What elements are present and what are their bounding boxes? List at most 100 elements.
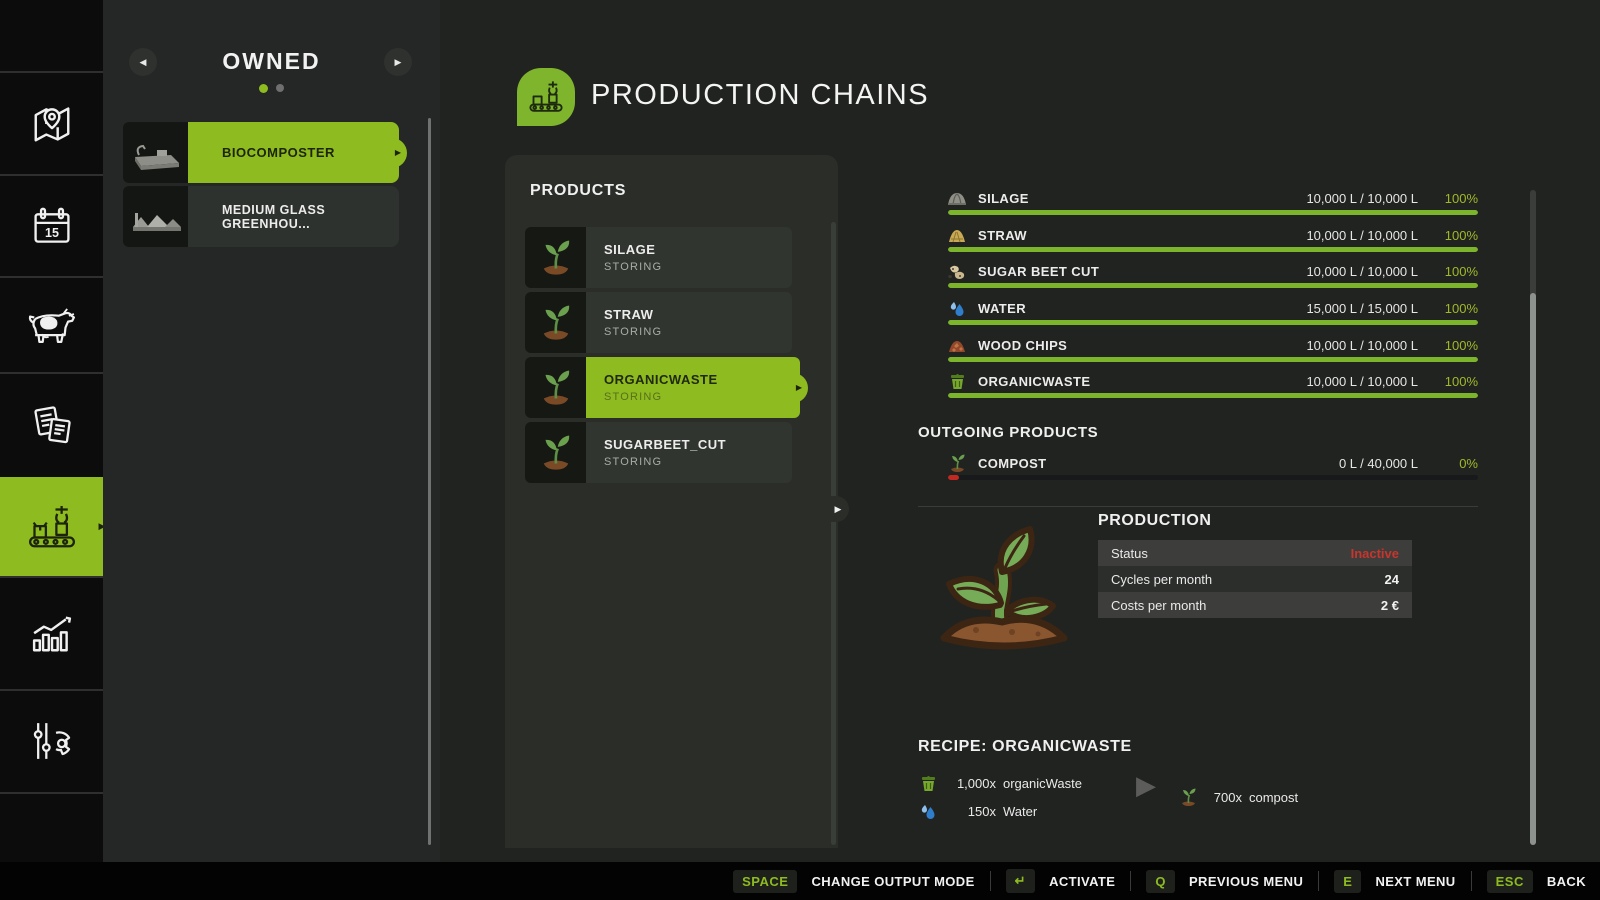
hotkey-previous-menu[interactable]: Q PREVIOUS MENU — [1146, 870, 1303, 893]
storage-amount: 10,000 L / 10,000 L — [1306, 264, 1418, 279]
storage-percent: 100% — [1436, 338, 1478, 353]
sidebar-item-settings[interactable] — [0, 691, 103, 791]
divider — [1471, 871, 1472, 891]
storage-bar — [948, 247, 1478, 252]
page-dot-active[interactable] — [259, 84, 268, 93]
storage-row-compost: COMPOST 0 L / 40,000 L 0% — [918, 451, 1478, 480]
product-name: STRAW — [604, 307, 792, 322]
products-scrollbar[interactable] — [831, 222, 836, 845]
selected-product-arrow-notch: ▶ — [790, 373, 808, 403]
esc-key: ESC — [1487, 870, 1533, 893]
page-dot[interactable] — [276, 84, 284, 92]
storage-bar — [948, 357, 1478, 362]
greenhouse-thumbnail — [123, 186, 188, 247]
water-icon — [946, 299, 968, 317]
hotkey-activate[interactable]: ↵ ACTIVATE — [1006, 869, 1116, 893]
storage-amount: 15,000 L / 15,000 L — [1306, 301, 1418, 316]
recipe-title: RECIPE: ORGANICWASTE — [918, 738, 1132, 756]
sprout-thumbnail — [525, 227, 586, 288]
wood-chips-icon — [946, 337, 968, 353]
sidebar-item-animals[interactable] — [0, 278, 103, 372]
production-chains-screen: 15 — [0, 0, 1600, 900]
straw-icon — [946, 227, 968, 243]
production-chains-icon — [24, 499, 80, 555]
organicwaste-icon — [918, 774, 938, 792]
product-item-silage[interactable]: SILAGE STORING — [525, 227, 792, 288]
storage-percent: 100% — [1436, 191, 1478, 206]
cycles-value: 24 — [1385, 572, 1399, 587]
divider — [990, 871, 991, 891]
hotkey-back[interactable]: ESC BACK — [1487, 870, 1586, 893]
sprout-thumbnail — [525, 357, 586, 418]
sidebar-item-statistics[interactable] — [0, 578, 103, 689]
biocomposter-thumbnail — [123, 122, 188, 183]
divider — [1318, 871, 1319, 891]
storage-row-silage: SILAGE 10,000 L / 10,000 L 100% — [918, 186, 1478, 215]
outgoing-products-title: OUTGOING PRODUCTS — [918, 424, 1098, 441]
owned-item-label: MEDIUM GLASS GREENHOU... — [188, 186, 399, 247]
product-status: STORING — [604, 261, 792, 273]
owned-scrollbar[interactable] — [428, 118, 431, 845]
product-status: STORING — [604, 326, 792, 338]
recipe-qty: 700x — [1198, 790, 1242, 805]
storage-percent: 0% — [1436, 456, 1478, 471]
recipe-output-compost: 700x compost — [1178, 784, 1298, 810]
storage-bar — [948, 475, 1478, 480]
silage-icon — [946, 190, 968, 206]
owned-panel: ◀ ▶ OWNED BIOCOMPOSTER ▶ — [103, 0, 440, 862]
table-row-status: Status Inactive — [1098, 540, 1412, 566]
product-item-organicwaste[interactable]: ORGANICWASTE STORING ▶ — [525, 357, 800, 418]
storage-name: WOOD CHIPS — [978, 338, 1306, 353]
storage-bar — [948, 283, 1478, 288]
sidebar-item-map[interactable] — [0, 73, 103, 174]
hotkey-bar: SPACE CHANGE OUTPUT MODE ↵ ACTIVATE Q PR… — [0, 862, 1600, 900]
recipe-name: organicWaste — [1003, 776, 1082, 791]
hotkey-next-menu[interactable]: E NEXT MENU — [1334, 870, 1455, 893]
production-title: PRODUCTION — [1098, 512, 1212, 530]
water-icon — [918, 802, 938, 820]
hotkey-label: BACK — [1547, 874, 1586, 889]
sidebar-item-contracts[interactable] — [0, 374, 103, 476]
storage-name: STRAW — [978, 228, 1306, 243]
storage-row-water: WATER 15,000 L / 15,000 L 100% — [918, 296, 1478, 325]
storage-bar — [948, 393, 1478, 398]
settings-sliders-gear-icon — [26, 715, 78, 767]
page-dots — [103, 84, 440, 93]
owned-title: OWNED — [103, 48, 440, 75]
recipe-name: compost — [1249, 790, 1298, 805]
production-chains-header-icon — [517, 68, 575, 126]
owned-list: BIOCOMPOSTER ▶ MEDIUM GLASS GREENHOU... — [123, 122, 399, 247]
right-scrollbar-thumb[interactable] — [1530, 293, 1536, 845]
storage-amount: 10,000 L / 10,000 L — [1306, 191, 1418, 206]
product-item-straw[interactable]: STRAW STORING — [525, 292, 792, 353]
section-divider — [918, 506, 1478, 507]
row-label: Cycles per month — [1111, 572, 1385, 587]
product-name: SUGARBEET_CUT — [604, 437, 792, 452]
products-title: PRODUCTS — [530, 182, 626, 200]
main-menu-sidebar: 15 — [0, 0, 103, 862]
sidebar-item-calendar[interactable]: 15 — [0, 176, 103, 276]
svg-text:15: 15 — [45, 226, 59, 240]
recipe-name: Water — [1003, 804, 1037, 819]
hotkey-label: NEXT MENU — [1375, 874, 1455, 889]
hotkey-change-output-mode[interactable]: SPACE CHANGE OUTPUT MODE — [733, 870, 975, 893]
product-name: ORGANICWASTE — [604, 372, 800, 387]
storage-amount: 10,000 L / 10,000 L — [1306, 374, 1418, 389]
compost-sprout-illustration — [928, 512, 1080, 662]
table-row-cycles: Cycles per month 24 — [1098, 566, 1412, 592]
owned-item-greenhouse[interactable]: MEDIUM GLASS GREENHOU... — [123, 186, 399, 247]
recipe-qty: 150x — [938, 804, 996, 819]
cow-icon — [25, 302, 79, 348]
sidebar-item-production[interactable]: ▶ — [0, 477, 103, 576]
product-item-sugarbeet-cut[interactable]: SUGARBEET_CUT STORING — [525, 422, 792, 483]
recipe-arrow-icon: ▶ — [1136, 770, 1156, 801]
space-key: SPACE — [733, 870, 797, 893]
recipe-input-organicwaste: 1,000x organicWaste — [918, 770, 1082, 796]
product-status: STORING — [604, 391, 800, 403]
recipe-qty: 1,000x — [938, 776, 996, 791]
owned-item-biocomposter[interactable]: BIOCOMPOSTER ▶ — [123, 122, 399, 183]
costs-value: 2 € — [1381, 598, 1399, 613]
panel-expand-arrow[interactable]: ▶ — [827, 496, 849, 522]
storage-name: WATER — [978, 301, 1306, 316]
status-value: Inactive — [1351, 546, 1399, 561]
